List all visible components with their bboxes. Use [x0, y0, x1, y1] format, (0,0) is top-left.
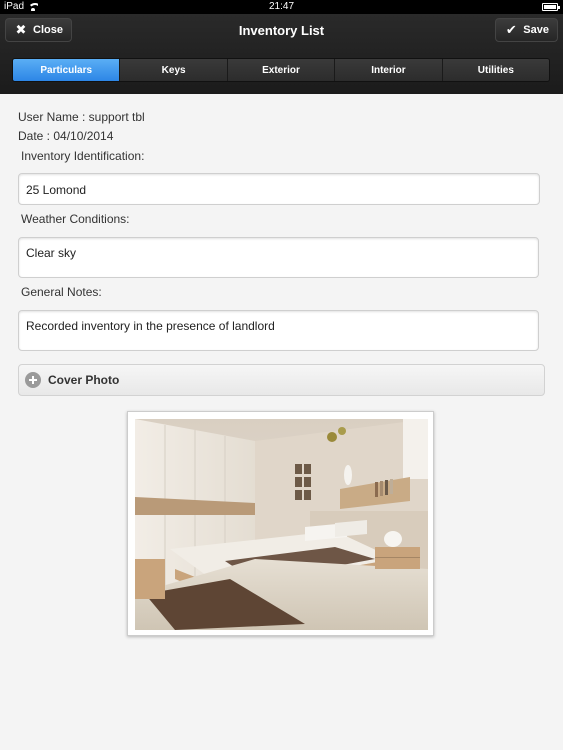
- user-name-line: User Name : support tbl: [18, 110, 145, 124]
- weather-conditions-field[interactable]: Clear sky: [18, 237, 539, 278]
- status-bar: iPad 21:47: [0, 0, 563, 14]
- inventory-identification-field[interactable]: 25 Lomond: [18, 173, 540, 205]
- tab-particulars[interactable]: Particulars: [13, 59, 120, 81]
- status-time: 21:47: [268, 1, 295, 12]
- cover-photo-section-toggle[interactable]: Cover Photo: [18, 364, 545, 396]
- tab-exterior[interactable]: Exterior: [226, 59, 335, 81]
- section-tabs: Particulars Keys Exterior Interior Utili…: [12, 58, 550, 82]
- inventory-identification-label: Inventory Identification:: [21, 149, 145, 163]
- cover-photo-frame[interactable]: [127, 411, 434, 636]
- battery-icon: [542, 3, 560, 11]
- general-notes-field[interactable]: Recorded inventory in the presence of la…: [18, 310, 539, 351]
- tab-keys[interactable]: Keys: [119, 59, 227, 81]
- save-button[interactable]: ✔ Save: [495, 18, 558, 42]
- general-notes-label: General Notes:: [21, 285, 102, 299]
- save-button-label: Save: [523, 24, 549, 36]
- cover-photo-label: Cover Photo: [48, 373, 120, 387]
- bedroom-photo-illustration: [135, 419, 428, 630]
- weather-conditions-label: Weather Conditions:: [21, 212, 130, 226]
- page-title: Inventory List: [238, 23, 325, 38]
- navigation-bar: ✖ Close Inventory List ✔ Save Particular…: [0, 14, 563, 94]
- tab-utilities[interactable]: Utilities: [441, 59, 549, 81]
- checkmark-icon: ✔: [505, 22, 517, 37]
- cover-photo-image: [135, 419, 428, 630]
- tab-interior[interactable]: Interior: [334, 59, 442, 81]
- plus-icon: [25, 372, 41, 388]
- date-line: Date : 04/10/2014: [18, 129, 114, 143]
